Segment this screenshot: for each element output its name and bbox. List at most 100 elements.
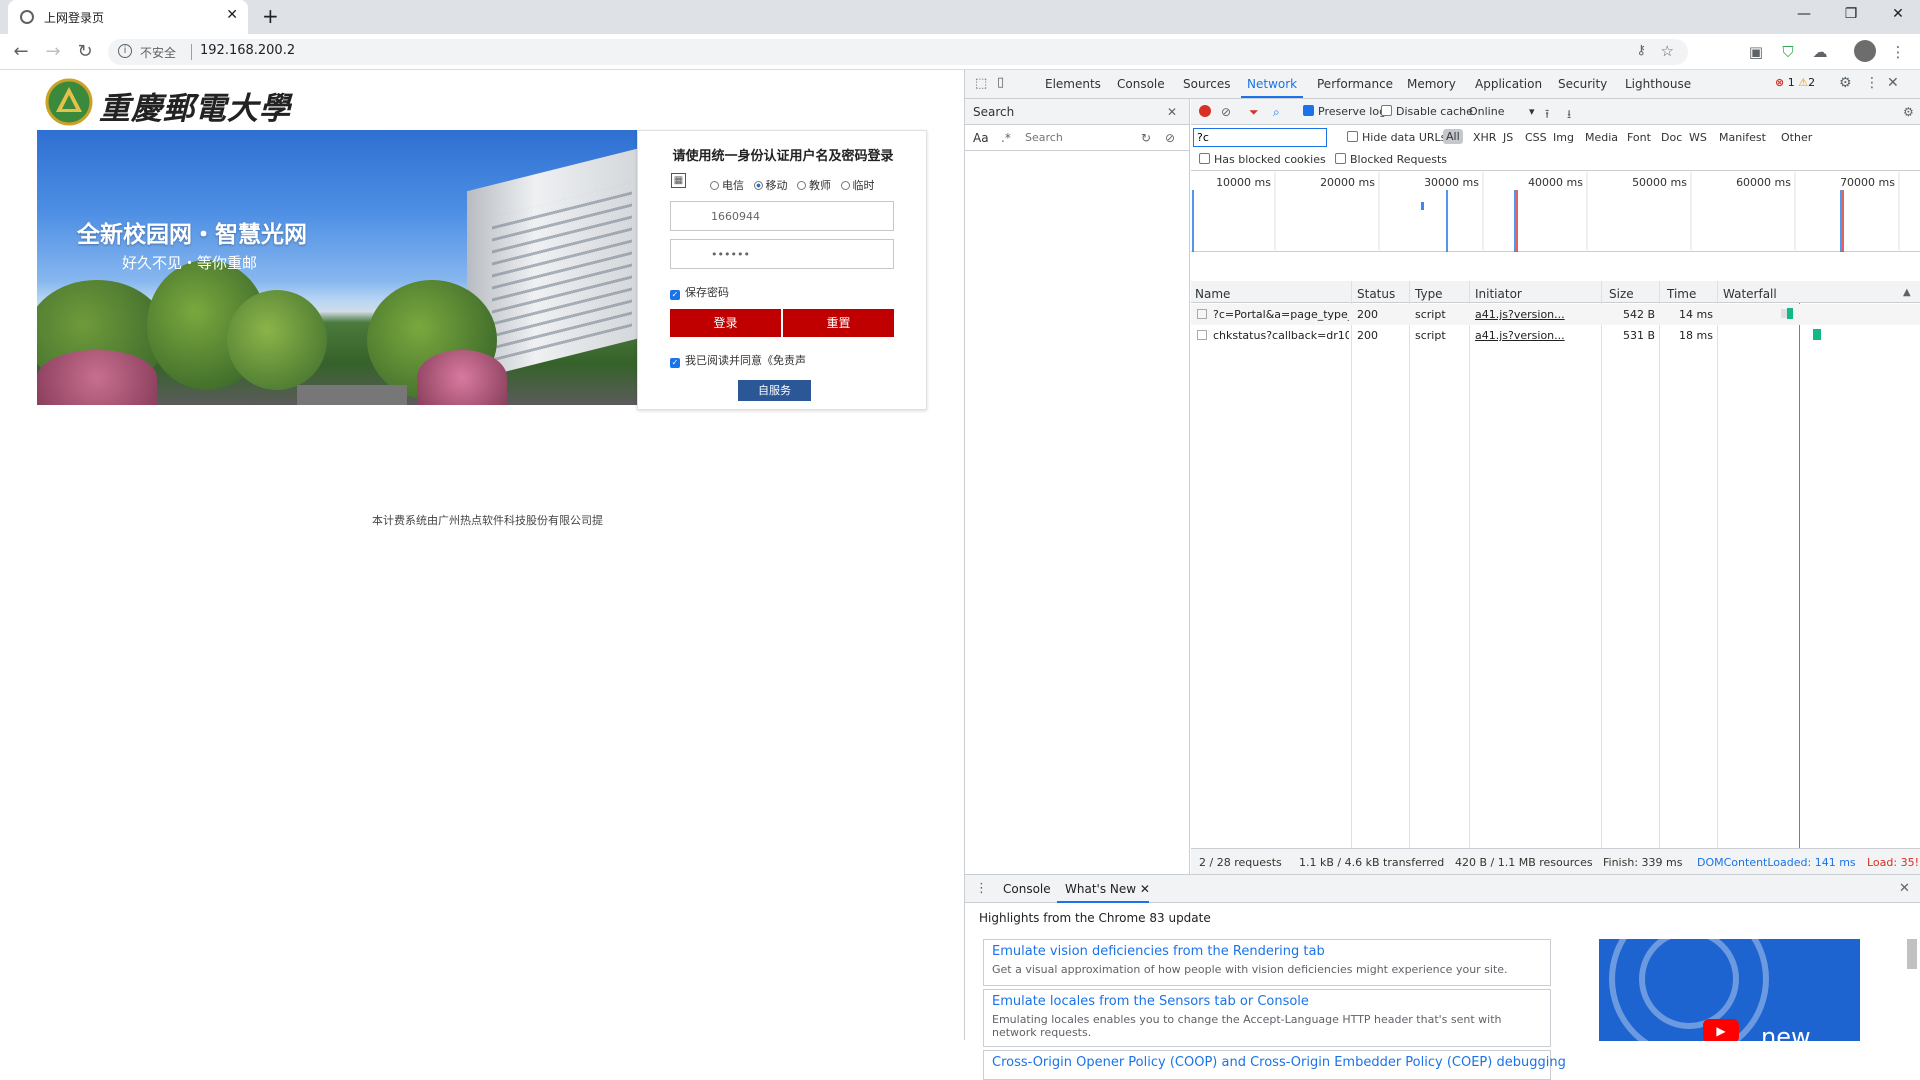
password-input[interactable] xyxy=(670,239,894,269)
clear-log-icon[interactable]: ⊘ xyxy=(1221,105,1231,119)
bookmark-star-icon[interactable]: ☆ xyxy=(1661,42,1674,60)
close-devtools-icon[interactable]: ✕ xyxy=(1887,75,1899,91)
browser-tab[interactable]: 上网登录页 ✕ xyxy=(8,0,248,34)
close-drawer-icon[interactable]: ✕ xyxy=(1899,881,1910,896)
scrollbar-thumb[interactable] xyxy=(1907,939,1917,969)
reload-icon[interactable]: ↻ xyxy=(74,41,96,62)
request-initiator[interactable]: a41.js?version... xyxy=(1475,329,1599,342)
device-toolbar-icon[interactable]: ▯ xyxy=(997,75,1004,90)
minimize-button[interactable]: — xyxy=(1784,6,1824,22)
preserve-log-checkbox[interactable]: Preserve log xyxy=(1303,105,1386,118)
tab-lighthouse[interactable]: Lighthouse xyxy=(1625,77,1691,91)
feature-card[interactable]: Emulate vision deficiencies from the Ren… xyxy=(983,939,1551,986)
tab-elements[interactable]: Elements xyxy=(1045,77,1101,91)
new-tab-button[interactable]: + xyxy=(262,4,279,28)
tab-performance[interactable]: Performance xyxy=(1317,77,1393,91)
col-name[interactable]: Name xyxy=(1195,287,1230,301)
search-input[interactable] xyxy=(1021,128,1135,147)
tab-security[interactable]: Security xyxy=(1558,77,1607,91)
blocked-requests-checkbox[interactable]: Blocked Requests xyxy=(1335,153,1447,166)
radio-mobile[interactable]: 移动 xyxy=(753,179,788,192)
filter-other[interactable]: Other xyxy=(1781,131,1812,144)
export-har-icon[interactable]: ⭳ xyxy=(1567,105,1571,126)
table-row[interactable]: chkstatus?callback=dr1002&v... 200 scrip… xyxy=(1191,325,1920,346)
filter-css[interactable]: CSS xyxy=(1525,131,1547,144)
throttling-select[interactable]: Online ▾ xyxy=(1469,105,1539,118)
radio-telecom[interactable]: 电信 xyxy=(710,179,744,192)
filter-js[interactable]: JS xyxy=(1503,131,1513,144)
tab-sources[interactable]: Sources xyxy=(1183,77,1230,91)
sort-up-icon[interactable]: ▲ xyxy=(1903,287,1911,298)
request-name[interactable]: chkstatus?callback=dr1002&v... xyxy=(1213,329,1349,342)
play-icon[interactable]: ▶ xyxy=(1703,1019,1739,1041)
url-text[interactable]: 192.168.200.2 xyxy=(200,43,295,58)
address-bar[interactable]: i 不安全 192.168.200.2 ⚷ ☆ xyxy=(108,39,1688,65)
tab-network[interactable]: Network xyxy=(1240,77,1304,98)
login-button[interactable]: 登录 xyxy=(670,309,781,337)
network-settings-icon[interactable]: ⚙ xyxy=(1903,105,1914,119)
video-thumbnail[interactable]: ▶ new xyxy=(1599,939,1860,1041)
save-password-checkbox[interactable]: ✓ 保存密码 xyxy=(670,284,729,300)
refresh-search-icon[interactable]: ↻ xyxy=(1141,131,1151,145)
forward-arrow-icon[interactable]: → xyxy=(42,41,64,62)
close-tab-icon[interactable]: ✕ xyxy=(226,7,238,23)
menu-dots-icon[interactable]: ⋮ xyxy=(1888,43,1908,61)
filter-all[interactable]: All xyxy=(1443,129,1463,144)
request-initiator[interactable]: a41.js?version... xyxy=(1475,308,1599,321)
hide-data-urls-checkbox[interactable]: Hide data URLs xyxy=(1347,131,1446,144)
feature-card[interactable]: Cross-Origin Opener Policy (COOP) and Cr… xyxy=(983,1050,1566,1080)
drawer-tab-console[interactable]: Console xyxy=(1003,882,1051,896)
close-search-icon[interactable]: ✕ xyxy=(1167,105,1177,119)
drawer-tab-whats-new[interactable]: What's New ✕ xyxy=(1065,882,1150,896)
restore-button[interactable]: ❐ xyxy=(1831,6,1871,22)
drawer-menu-icon[interactable]: ⋮ xyxy=(975,881,988,896)
feature-title[interactable]: Emulate vision deficiencies from the Ren… xyxy=(992,944,1325,959)
close-window-button[interactable]: ✕ xyxy=(1878,6,1918,22)
info-icon[interactable]: i xyxy=(118,44,132,58)
col-status[interactable]: Status xyxy=(1357,287,1395,301)
table-row[interactable]: ?c=Portal&a=page_type_data... 200 script… xyxy=(1191,304,1920,325)
col-size[interactable]: Size xyxy=(1609,287,1634,301)
username-input[interactable] xyxy=(670,201,894,231)
match-case-toggle[interactable]: Aa xyxy=(973,131,989,145)
reset-button[interactable]: 重置 xyxy=(783,309,894,337)
filter-media[interactable]: Media xyxy=(1585,131,1618,144)
key-icon[interactable]: ⚷ xyxy=(1636,43,1646,58)
filter-img[interactable]: Img xyxy=(1553,131,1574,144)
col-waterfall[interactable]: Waterfall xyxy=(1723,287,1777,301)
col-initiator[interactable]: Initiator xyxy=(1475,287,1522,301)
avatar[interactable] xyxy=(1854,40,1876,62)
has-blocked-cookies-checkbox[interactable]: Has blocked cookies xyxy=(1199,153,1326,166)
self-service-button[interactable]: 自服务 xyxy=(738,380,811,401)
back-arrow-icon[interactable]: ← xyxy=(10,41,32,62)
clear-search-icon[interactable]: ⊘ xyxy=(1165,131,1175,145)
request-name[interactable]: ?c=Portal&a=page_type_data... xyxy=(1213,308,1349,321)
search-icon[interactable]: ⌕ xyxy=(1273,105,1280,120)
agree-checkbox[interactable]: ✓ 我已阅读并同意《免责声 xyxy=(670,352,806,368)
extension-icon[interactable]: ▣ xyxy=(1746,43,1766,61)
import-har-icon[interactable]: ⭱ xyxy=(1545,105,1549,126)
col-type[interactable]: Type xyxy=(1415,287,1443,301)
record-icon[interactable] xyxy=(1199,105,1211,117)
filter-ws[interactable]: WS xyxy=(1689,131,1707,144)
feature-card[interactable]: Emulate locales from the Sensors tab or … xyxy=(983,989,1551,1047)
inspect-element-icon[interactable]: ⬚ xyxy=(975,76,987,91)
tab-console[interactable]: Console xyxy=(1117,77,1165,91)
filter-input[interactable] xyxy=(1193,128,1327,147)
feature-title[interactable]: Emulate locales from the Sensors tab or … xyxy=(992,994,1309,1009)
col-time[interactable]: Time xyxy=(1667,287,1696,301)
radio-teacher[interactable]: 教师 xyxy=(797,179,831,192)
tab-application[interactable]: Application xyxy=(1475,77,1542,91)
settings-gear-icon[interactable]: ⚙ xyxy=(1839,75,1852,91)
filter-manifest[interactable]: Manifest xyxy=(1719,131,1766,144)
filter-doc[interactable]: Doc xyxy=(1661,131,1682,144)
error-badge[interactable]: ⊗ 1 ⚠2 xyxy=(1775,76,1815,89)
disable-cache-checkbox[interactable]: Disable cache xyxy=(1381,105,1473,118)
shield-icon[interactable]: ⛉ xyxy=(1778,43,1798,61)
filter-xhr[interactable]: XHR xyxy=(1473,131,1496,144)
cloud-icon[interactable]: ☁ xyxy=(1810,43,1830,61)
radio-temporary[interactable]: 临时 xyxy=(840,179,875,192)
feature-title[interactable]: Cross-Origin Opener Policy (COOP) and Cr… xyxy=(992,1055,1566,1070)
more-options-icon[interactable]: ⋮ xyxy=(1865,75,1879,91)
filter-font[interactable]: Font xyxy=(1627,131,1651,144)
